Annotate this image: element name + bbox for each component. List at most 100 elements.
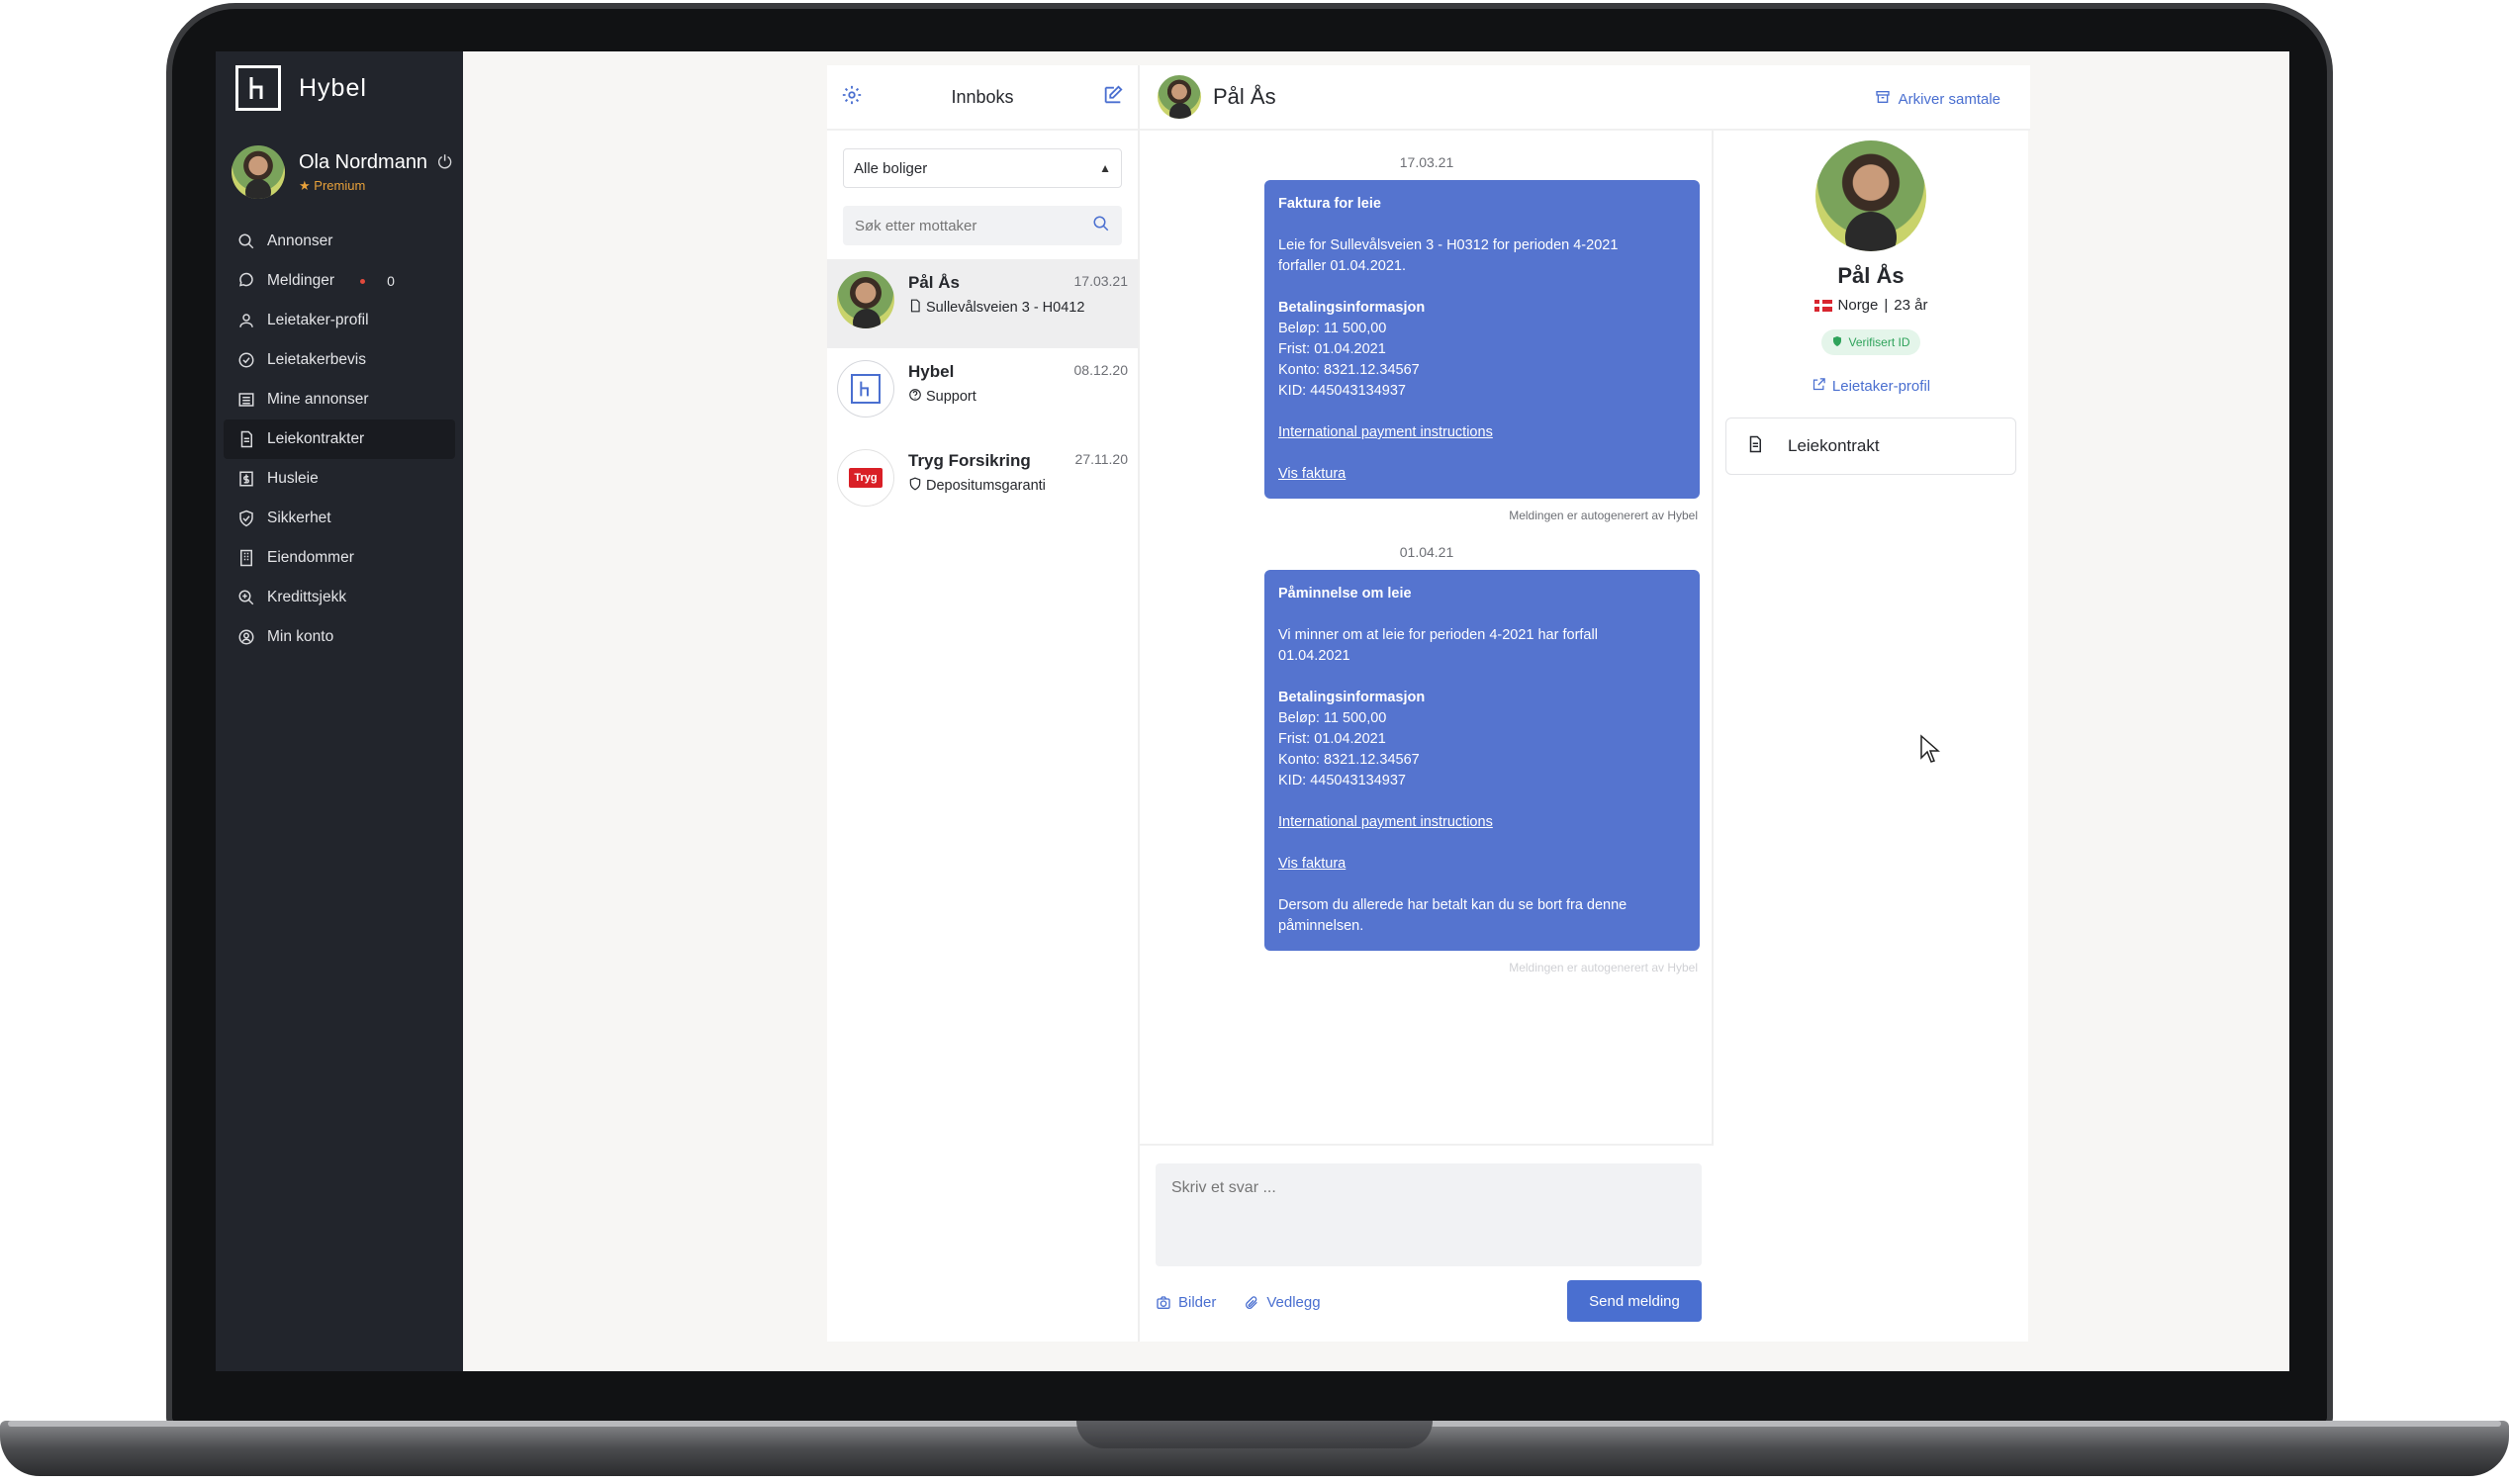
thread-date: 17.03.21 xyxy=(1073,273,1129,289)
images-button[interactable]: Bilder xyxy=(1156,1294,1216,1311)
zoom-icon xyxy=(237,589,255,606)
view-invoice-link[interactable]: Vis faktura xyxy=(1278,466,1346,482)
sidebar-item-kredittsjekk[interactable]: Kredittsjekk xyxy=(224,578,455,617)
sidebar-item-label: Annonser xyxy=(267,232,333,249)
hybel-avatar xyxy=(837,360,894,417)
brand[interactable]: Hybel xyxy=(235,65,367,111)
archive-label: Arkiver samtale xyxy=(1898,90,2000,108)
images-label: Bilder xyxy=(1178,1294,1217,1311)
lease-contract-card[interactable]: Leiekontrakt xyxy=(1725,417,2016,475)
sidebar-item-label: Leietakerbevis xyxy=(267,351,366,368)
tryg-avatar: Tryg xyxy=(837,449,894,507)
compose-icon[interactable] xyxy=(1102,84,1124,111)
profile-meta: Norge | 23 år xyxy=(1714,297,2028,314)
message-bubble: Påminnelse om leie Vi minner om at leie … xyxy=(1264,570,1700,951)
tryg-logo: Tryg xyxy=(849,468,883,488)
message-title: Påminnelse om leie xyxy=(1278,586,1412,602)
sidebar-item-mine-annonser[interactable]: Mine annonser xyxy=(224,380,455,419)
payment-info-title: Betalingsinformasjon xyxy=(1278,690,1426,705)
archive-conversation-button[interactable]: Arkiver samtale xyxy=(1875,89,2000,109)
sidebar-item-leietakerbevis[interactable]: Leietakerbevis xyxy=(224,340,455,380)
user-info[interactable]: Ola Nordmann ⏻ ★ Premium xyxy=(232,145,452,199)
building-icon xyxy=(237,549,255,567)
view-invoice-link[interactable]: Vis faktura xyxy=(1278,856,1346,872)
profile-name: Pål Ås xyxy=(1837,263,1905,288)
user-tier-label: Premium xyxy=(314,177,366,193)
sidebar-item-sikkerhet[interactable]: Sikkerhet xyxy=(224,499,455,538)
send-message-button[interactable]: Send melding xyxy=(1567,1280,1702,1322)
thread-subtitle-text: Support xyxy=(926,389,976,405)
avatar xyxy=(837,271,894,328)
unread-dot xyxy=(360,278,366,284)
hybel-logo-icon xyxy=(235,65,281,111)
international-payment-link[interactable]: International payment instructions xyxy=(1278,424,1493,440)
sidebar-item-meldinger[interactable]: Meldinger 0 xyxy=(224,261,455,301)
message-title: Faktura for leie xyxy=(1278,196,1381,212)
property-filter-value: Alle boliger xyxy=(854,159,928,177)
sidebar-item-label: Mine annonser xyxy=(267,391,369,408)
recipient-search xyxy=(843,206,1122,245)
payment-amount: Beløp: 11 500,00 xyxy=(1278,321,1387,336)
thread-item-pal-as[interactable]: Pål Ås Sullevålsveien 3 - H0412 17.03.21 xyxy=(827,259,1138,348)
sidebar-item-label: Leiekontrakter xyxy=(267,430,365,447)
sidebar-item-eiendommer[interactable]: Eiendommer xyxy=(224,538,455,578)
sidebar-item-label: Meldinger xyxy=(267,272,335,289)
payment-amount: Beløp: 11 500,00 xyxy=(1278,710,1387,726)
camera-icon xyxy=(1156,1295,1171,1311)
sidebar-item-husleie[interactable]: Husleie xyxy=(224,459,455,499)
attachment-button[interactable]: Vedlegg xyxy=(1244,1294,1321,1311)
inbox-panel: Innboks Alle boliger ▲ Pål Ås Sullevålsv… xyxy=(827,65,1140,1342)
sidebar-item-label: Min konto xyxy=(267,628,334,645)
message-composer: Bilder Vedlegg Send melding xyxy=(1140,1144,1714,1342)
account-icon xyxy=(237,628,255,646)
unread-count: 0 xyxy=(387,273,395,289)
payment-kid: KID: 445043134937 xyxy=(1278,383,1406,399)
app-screen: Hybel Ola Nordmann ⏻ ★ Premium Annonser … xyxy=(216,51,2289,1371)
avatar xyxy=(1815,140,1926,251)
attachment-label: Vedlegg xyxy=(1266,1294,1321,1311)
sidebar-item-min-konto[interactable]: Min konto xyxy=(224,617,455,657)
archive-icon xyxy=(1875,89,1891,109)
thread-item-hybel[interactable]: Hybel Support 08.12.20 xyxy=(827,348,1138,437)
recipient-search-input[interactable] xyxy=(855,217,1072,234)
verified-id-badge: Verifisert ID xyxy=(1821,329,1920,355)
paperclip-icon xyxy=(1244,1295,1259,1311)
avatar xyxy=(232,145,285,199)
thread-subtitle: Support xyxy=(908,388,1128,406)
sidebar-item-annonser[interactable]: Annonser xyxy=(224,222,455,261)
tenant-profile-link[interactable]: Leietaker-profil xyxy=(1714,377,2028,396)
message-note: påminnelsen. xyxy=(1278,918,1364,934)
sidebar-item-leietaker-profil[interactable]: Leietaker-profil xyxy=(224,301,455,340)
user-icon xyxy=(237,312,255,329)
document-icon xyxy=(237,430,255,448)
payment-info-title: Betalingsinformasjon xyxy=(1278,300,1426,316)
message-bubble: Faktura for leie Leie for Sullevålsveien… xyxy=(1264,180,1700,499)
message-date: 17.03.21 xyxy=(1399,154,1454,170)
shield-check-icon xyxy=(1831,335,1843,350)
message-text: 01.04.2021 xyxy=(1278,648,1350,664)
profile-country: Norge xyxy=(1837,297,1879,314)
settings-gear-icon[interactable] xyxy=(841,84,863,111)
payment-due: Frist: 01.04.2021 xyxy=(1278,341,1386,357)
reply-input[interactable] xyxy=(1156,1163,1702,1266)
payment-account: Konto: 8321.12.34567 xyxy=(1278,362,1420,378)
search-icon[interactable] xyxy=(1092,215,1110,237)
shield-icon xyxy=(908,477,922,495)
sidebar-item-leiekontrakter[interactable]: Leiekontrakter xyxy=(224,419,455,459)
sidebar-item-label: Sikkerhet xyxy=(267,510,331,526)
message-text: forfaller 01.04.2021. xyxy=(1278,258,1406,274)
thread-item-tryg[interactable]: Tryg Tryg Forsikring Depositumsgaranti 2… xyxy=(827,437,1138,526)
payment-kid: KID: 445043134937 xyxy=(1278,773,1406,788)
document-icon xyxy=(1746,434,1764,459)
power-icon[interactable]: ⏻ xyxy=(438,152,452,173)
profile-panel: Pål Ås Norge | 23 år Verifisert ID Leiet… xyxy=(1714,131,2028,1342)
property-filter-select[interactable]: Alle boliger ▲ xyxy=(843,148,1122,188)
payment-due: Frist: 01.04.2021 xyxy=(1278,731,1386,747)
thread-list: Pål Ås Sullevålsveien 3 - H0412 17.03.21… xyxy=(827,259,1138,526)
conversation-panel: Pål Ås Arkiver samtale 17.03.21 Faktura … xyxy=(1140,65,2030,1342)
international-payment-link[interactable]: International payment instructions xyxy=(1278,814,1493,830)
verified-label: Verifisert ID xyxy=(1848,335,1910,349)
sidebar-item-label: Husleie xyxy=(267,470,319,487)
message-list: 17.03.21 Faktura for leie Leie for Sulle… xyxy=(1140,131,1712,974)
conversation-name: Pål Ås xyxy=(1213,84,1276,109)
